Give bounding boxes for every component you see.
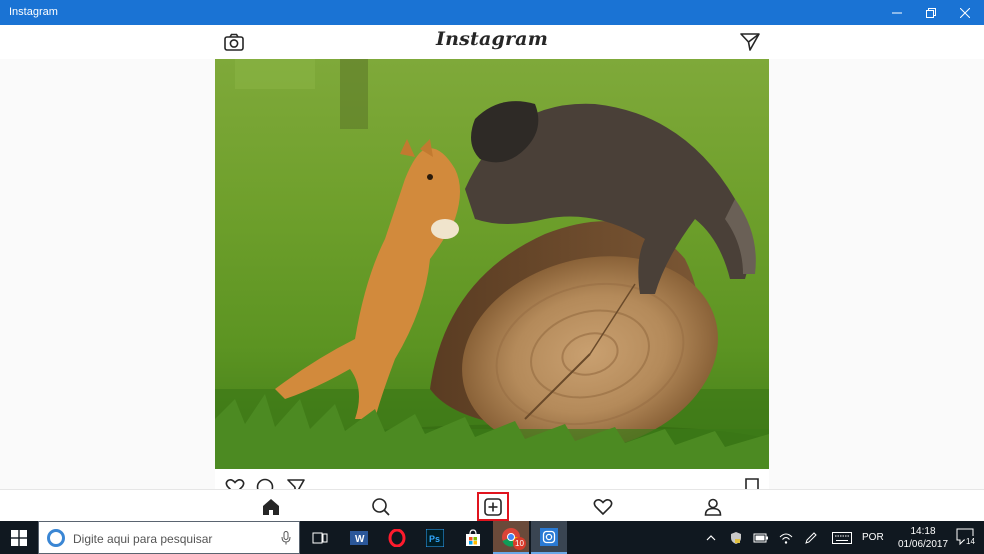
send-icon bbox=[740, 33, 760, 51]
post-actions bbox=[215, 469, 769, 493]
svg-text:Ps: Ps bbox=[429, 534, 440, 544]
nav-new-post[interactable] bbox=[480, 494, 506, 520]
taskbar-opera[interactable] bbox=[379, 521, 415, 554]
notification-count: 14 bbox=[966, 537, 975, 546]
photo-kitten-raccoon-log bbox=[215, 59, 769, 469]
post-photo[interactable] bbox=[215, 59, 769, 469]
taskbar-search-box[interactable]: Digite aqui para pesquisar bbox=[38, 521, 300, 554]
app-header: Instagram bbox=[0, 25, 984, 59]
tray-keyboard[interactable] bbox=[830, 521, 854, 554]
taskbar-store[interactable] bbox=[455, 521, 491, 554]
profile-icon bbox=[704, 498, 722, 516]
start-button[interactable] bbox=[0, 521, 38, 554]
tray-wifi[interactable] bbox=[776, 521, 796, 554]
window-title: Instagram bbox=[9, 6, 58, 18]
heart-icon bbox=[593, 499, 613, 516]
instagram-icon bbox=[540, 527, 558, 546]
svg-text:W: W bbox=[355, 534, 365, 545]
tray-defender[interactable] bbox=[726, 521, 746, 554]
tray-overflow-button[interactable] bbox=[702, 521, 720, 554]
bottom-navigation bbox=[0, 489, 984, 522]
nav-search[interactable] bbox=[368, 494, 394, 520]
taskbar-clock[interactable]: 14:18 01/06/2017 bbox=[898, 525, 948, 551]
search-placeholder: Digite aqui para pesquisar bbox=[73, 532, 213, 546]
close-button[interactable] bbox=[948, 0, 982, 25]
minimize-icon bbox=[892, 12, 902, 13]
windows-taskbar: Digite aqui para pesquisar W Ps POR 14:1… bbox=[0, 521, 984, 554]
shield-icon bbox=[731, 531, 741, 544]
clock-date: 01/06/2017 bbox=[898, 539, 949, 550]
taskbar-photoshop[interactable]: Ps bbox=[417, 521, 453, 554]
chrome-badge: 10 bbox=[513, 537, 526, 550]
post-card bbox=[215, 59, 769, 493]
nav-activity[interactable] bbox=[590, 494, 616, 520]
restore-icon bbox=[926, 7, 936, 18]
task-view-icon bbox=[312, 532, 328, 543]
taskbar-word[interactable]: W bbox=[341, 521, 377, 554]
microphone-icon[interactable] bbox=[281, 531, 291, 545]
taskbar-instagram[interactable] bbox=[531, 521, 567, 554]
nav-home[interactable] bbox=[258, 494, 284, 520]
input-language[interactable]: POR bbox=[862, 532, 884, 543]
store-icon bbox=[466, 528, 480, 546]
photoshop-icon: Ps bbox=[426, 528, 444, 547]
title-bar: Instagram bbox=[0, 0, 984, 25]
new-post-icon bbox=[484, 498, 502, 516]
tray-battery[interactable] bbox=[751, 521, 771, 554]
word-icon: W bbox=[350, 530, 368, 545]
tray-pen[interactable] bbox=[801, 521, 821, 554]
windows-logo-icon bbox=[11, 529, 27, 546]
notification-icon: 14 bbox=[956, 528, 976, 546]
feed[interactable] bbox=[0, 59, 984, 493]
battery-icon bbox=[753, 533, 768, 542]
wifi-icon bbox=[779, 533, 793, 544]
taskbar-task-view[interactable] bbox=[302, 521, 338, 554]
opera-icon bbox=[388, 528, 406, 547]
clock-time: 14:18 bbox=[910, 526, 936, 537]
instagram-window: Instagram Instagram bbox=[0, 0, 984, 522]
close-icon bbox=[960, 7, 970, 18]
chevron-up-icon bbox=[706, 534, 716, 540]
search-icon bbox=[372, 498, 390, 516]
instagram-logo: Instagram bbox=[436, 28, 548, 50]
home-icon bbox=[263, 499, 279, 515]
pen-icon bbox=[805, 531, 817, 544]
cortana-icon bbox=[47, 529, 65, 547]
restore-button[interactable] bbox=[914, 0, 948, 25]
minimize-button[interactable] bbox=[880, 0, 914, 25]
keyboard-icon bbox=[832, 531, 852, 544]
nav-profile[interactable] bbox=[700, 494, 726, 520]
action-center-button[interactable]: 14 bbox=[956, 528, 976, 546]
direct-message-button[interactable] bbox=[739, 31, 761, 53]
